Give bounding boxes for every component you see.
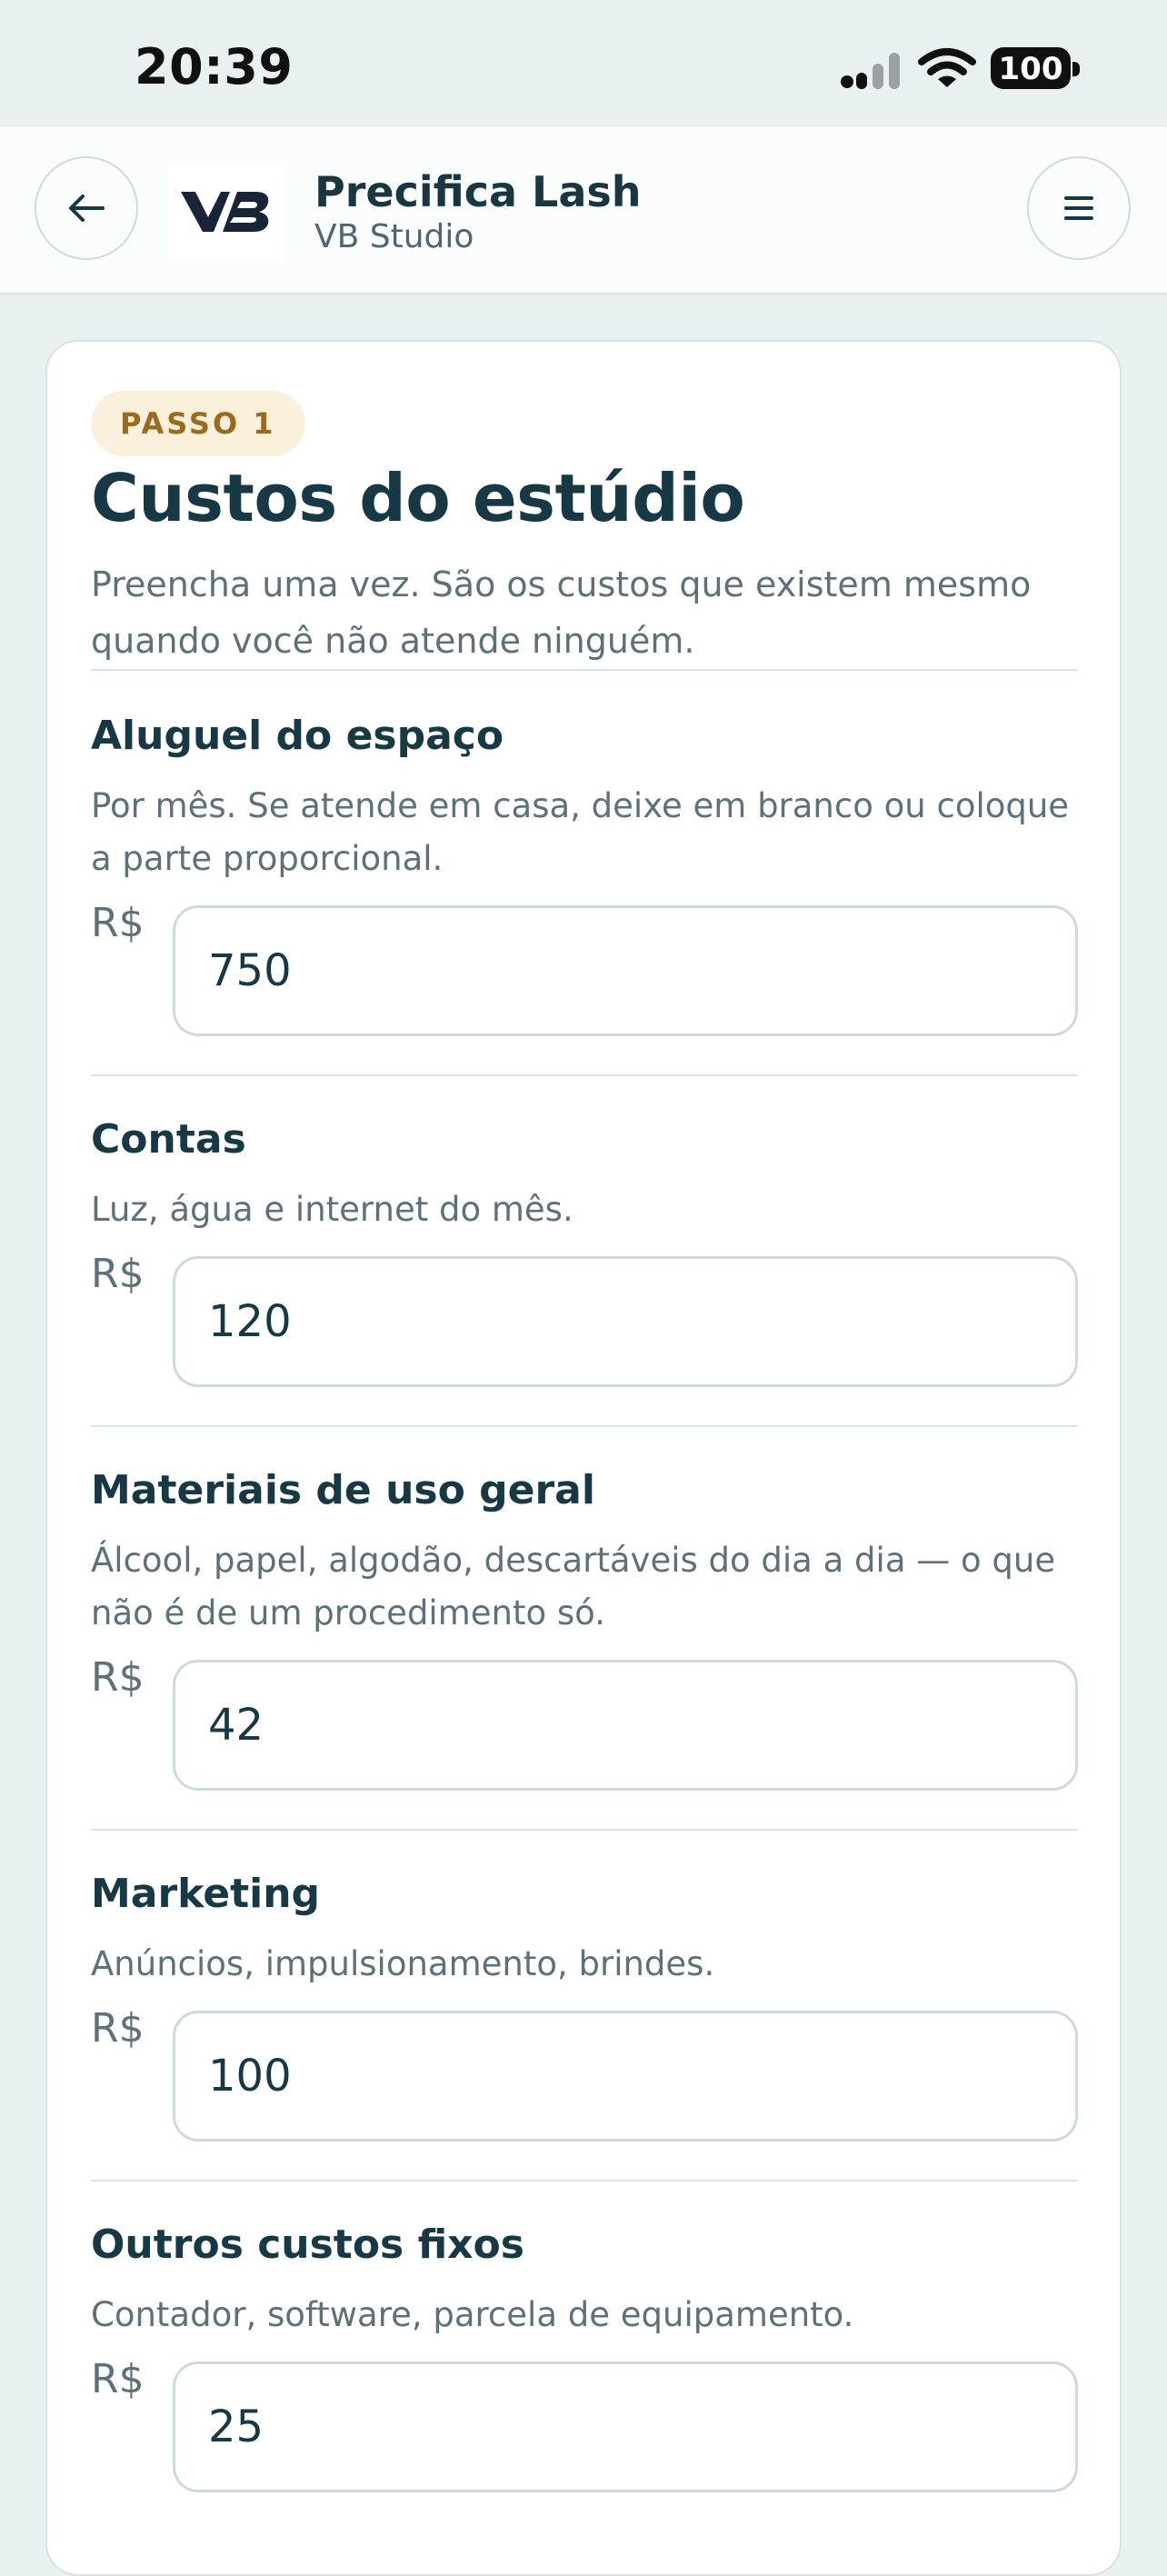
bills-help: Luz, água e internet do mês.: [91, 1190, 574, 1229]
divider: [91, 1074, 1078, 1076]
rent-currency: R$: [91, 900, 145, 946]
marketing-currency: R$: [91, 2005, 145, 2052]
studio-costs-card: PASSO 1 Custos do estúdio Preencha uma v…: [45, 340, 1122, 2576]
other-costs-label: Outros custos fixos: [91, 2222, 524, 2268]
page-description: Preencha uma vez. São os custos que exis…: [91, 564, 1032, 661]
marketing-help: Anúncios, impulsionamento, brindes.: [91, 1944, 715, 1983]
app-header: Precifica Lash VB Studio: [0, 127, 1167, 295]
bills-input[interactable]: [173, 1256, 1078, 1387]
divider: [91, 669, 1078, 671]
other-costs-help: Contador, software, parcela de equipamen…: [91, 2295, 854, 2334]
bills-label: Contas: [91, 1116, 246, 1163]
other-costs-currency: R$: [91, 2356, 145, 2402]
app-subtitle: VB Studio: [314, 218, 474, 255]
rent-input[interactable]: [173, 905, 1078, 1036]
marketing-input[interactable]: [173, 2011, 1078, 2142]
divider: [91, 1425, 1078, 1427]
materials-input[interactable]: [173, 1660, 1078, 1791]
back-button[interactable]: [35, 156, 138, 260]
rent-label: Aluguel do espaço: [91, 713, 504, 759]
app-title: Precifica Lash: [314, 167, 642, 216]
step-badge: PASSO 1: [91, 391, 305, 456]
other-costs-input[interactable]: [173, 2361, 1078, 2492]
marketing-label: Marketing: [91, 1871, 321, 1917]
hamburger-menu-icon: [1064, 196, 1093, 220]
divider: [91, 2180, 1078, 2182]
materials-label: Materiais de uso geral: [91, 1467, 595, 1513]
rent-help: Por mês. Se atende em casa, deixe em bra…: [91, 786, 1070, 878]
battery-level: 100: [998, 51, 1063, 87]
bills-currency: R$: [91, 1251, 145, 1297]
wifi-icon: [918, 48, 976, 87]
menu-button[interactable]: [1027, 156, 1131, 260]
status-time: 20:39: [135, 38, 294, 95]
studio-logo: [167, 162, 285, 262]
signal-icon: [841, 53, 900, 89]
arrow-left-icon: [69, 195, 105, 222]
materials-currency: R$: [91, 1654, 145, 1701]
materials-help: Álcool, papel, algodão, descartáveis do …: [91, 1541, 1056, 1632]
divider: [91, 1829, 1078, 1831]
page-title: Custos do estúdio: [91, 460, 745, 536]
status-bar: 20:39 100: [0, 0, 1167, 127]
battery-icon: 100: [991, 47, 1082, 91]
vb-logo-icon: [181, 192, 269, 232]
